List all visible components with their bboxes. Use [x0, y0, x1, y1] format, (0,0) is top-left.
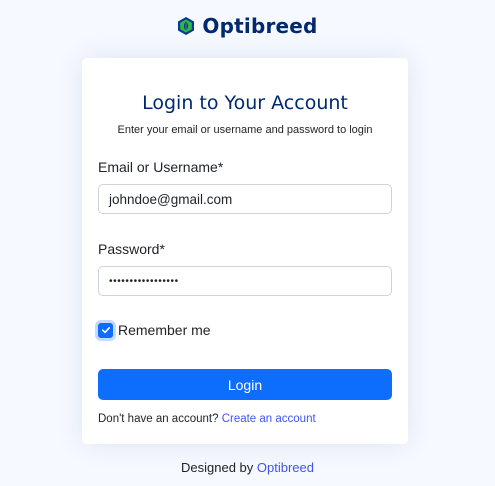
- check-icon: [101, 327, 110, 334]
- login-button[interactable]: Login: [98, 369, 392, 400]
- optibreed-logo-icon: [178, 17, 195, 35]
- username-value: johndoe@gmail.com: [109, 191, 233, 207]
- password-input[interactable]: •••••••••••••••••: [98, 266, 392, 296]
- login-subtitle: Enter your email or username and passwor…: [117, 124, 373, 136]
- brand-name: Optibreed: [202, 14, 318, 38]
- signup-prompt: Don't have an account? Create an account: [98, 413, 316, 425]
- brand-header[interactable]: Optibreed: [0, 14, 495, 38]
- create-account-link[interactable]: Create an account: [222, 413, 316, 425]
- remember-me-label: Remember me: [118, 322, 211, 338]
- login-title: Login to Your Account: [142, 92, 348, 114]
- username-input[interactable]: johndoe@gmail.com: [98, 184, 392, 214]
- credits-text: Designed by: [181, 460, 254, 475]
- designer-link[interactable]: Optibreed: [257, 460, 314, 475]
- signup-prompt-text: Don't have an account?: [98, 413, 219, 425]
- login-card: Login to Your Account Enter your email o…: [82, 58, 408, 444]
- remember-me-checkbox[interactable]: [98, 322, 113, 338]
- username-label: Email or Username*: [98, 159, 224, 175]
- remember-me-row[interactable]: Remember me: [98, 322, 211, 338]
- credits: Designed by Optibreed: [0, 460, 495, 475]
- password-value: •••••••••••••••••: [109, 275, 179, 287]
- password-label: Password*: [98, 241, 165, 257]
